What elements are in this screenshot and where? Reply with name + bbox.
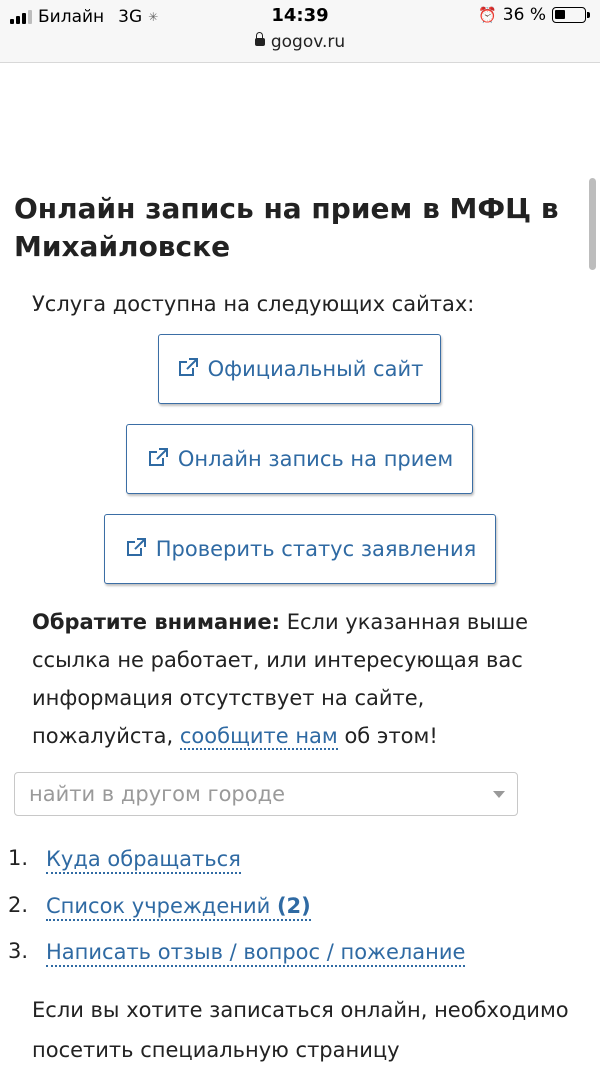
status-right: ⏰ 36 % bbox=[478, 5, 590, 25]
page-title: Онлайн запись на прием в МФЦ в Михайловс… bbox=[14, 192, 559, 263]
institutions-list-link[interactable]: Список учреждений (2) bbox=[46, 893, 311, 921]
battery-level bbox=[555, 10, 565, 19]
battery-percent: 36 % bbox=[502, 5, 546, 25]
footer-paragraph: Если вы хотите записаться онлайн, необхо… bbox=[32, 998, 569, 1062]
notice-text-end: об этом! bbox=[337, 724, 438, 748]
count-badge: (2) bbox=[276, 894, 311, 918]
list-number: 1. bbox=[8, 846, 29, 870]
button-label: Официальный сайт bbox=[207, 357, 424, 381]
report-link[interactable]: сообщите нам bbox=[179, 724, 338, 750]
official-site-button[interactable]: Официальный сайт bbox=[158, 334, 441, 404]
link-label: Список учреждений bbox=[46, 894, 271, 918]
status-bar: Билайн 3G ✳ 14:39 ⏰ 36 % gogov.ru bbox=[0, 0, 600, 63]
list-item: 3. Написать отзыв / вопрос / пожелание bbox=[0, 933, 600, 973]
link-label: Куда обращаться bbox=[46, 847, 241, 871]
external-link-icon bbox=[146, 446, 170, 473]
alarm-clock-icon: ⏰ bbox=[478, 6, 497, 24]
notice-bold-prefix: Обратите внимание: bbox=[32, 610, 281, 634]
url-text: gogov.ru bbox=[270, 32, 346, 52]
notice-paragraph: Обратите внимание: Если указанная выше с… bbox=[32, 603, 562, 755]
list-number: 2. bbox=[8, 893, 29, 917]
intro-text: Услуга доступна на следующих сайтах: bbox=[32, 292, 475, 316]
where-to-apply-link[interactable]: Куда обращаться bbox=[46, 846, 241, 874]
button-label: Проверить статус заявления bbox=[155, 537, 477, 561]
online-appointment-button[interactable]: Онлайн запись на прием bbox=[126, 424, 473, 494]
chevron-down-icon bbox=[493, 791, 505, 798]
list-number: 3. bbox=[8, 939, 29, 963]
external-link-icon bbox=[176, 356, 200, 383]
main-content: Онлайн запись на прием в МФЦ в Михайловс… bbox=[0, 190, 600, 316]
address-bar[interactable]: gogov.ru bbox=[0, 32, 600, 52]
city-select-placeholder: найти в другом городе bbox=[29, 782, 286, 806]
list-item: 2. Список учреждений (2) bbox=[0, 887, 600, 927]
city-search-select[interactable]: найти в другом городе bbox=[14, 772, 518, 816]
check-status-button[interactable]: Проверить статус заявления bbox=[104, 514, 496, 584]
lock-icon bbox=[254, 32, 265, 46]
external-link-icon bbox=[124, 536, 148, 563]
button-label: Онлайн запись на прием bbox=[177, 447, 454, 471]
link-label: Написать отзыв / вопрос / пожелание bbox=[46, 940, 466, 964]
battery-icon bbox=[552, 7, 590, 23]
list-item: 1. Куда обращаться bbox=[0, 840, 600, 880]
write-review-link[interactable]: Написать отзыв / вопрос / пожелание bbox=[46, 939, 466, 967]
